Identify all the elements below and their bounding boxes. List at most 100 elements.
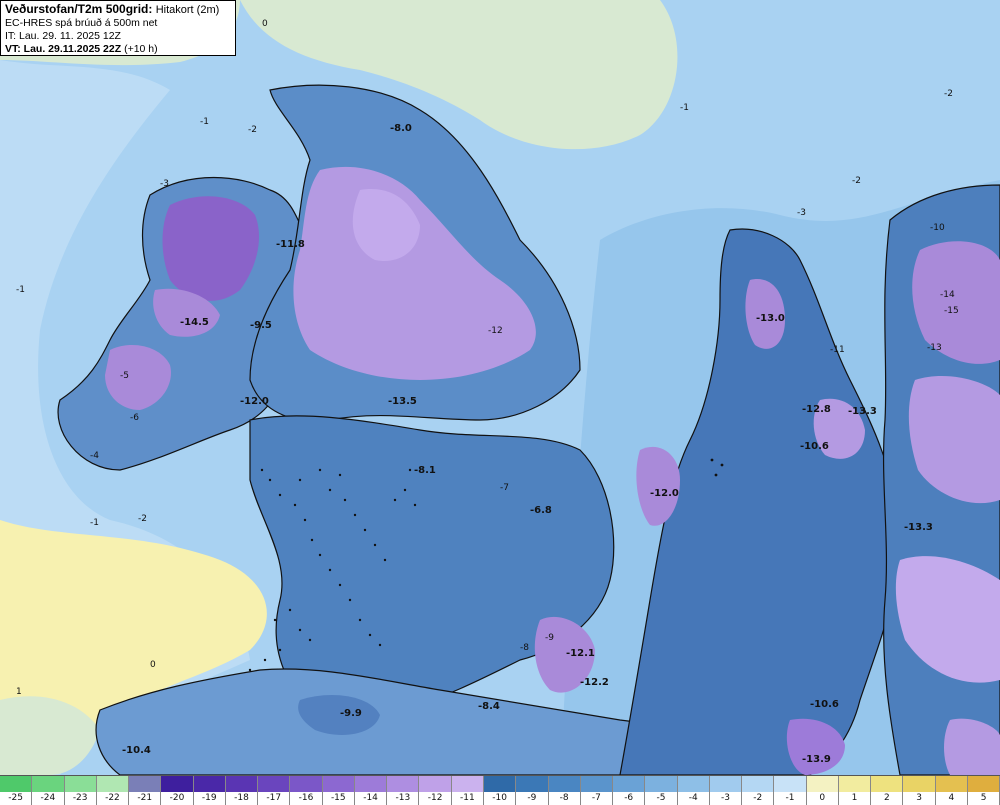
colorbar-swatch bbox=[838, 776, 871, 793]
colorbar-cell: -9 bbox=[516, 776, 549, 805]
colorbar-cell: -18 bbox=[225, 776, 259, 805]
extreme-label: -13.0 bbox=[756, 313, 785, 324]
contour-label: -12 bbox=[488, 326, 503, 336]
colorbar-cell: -1 bbox=[774, 776, 807, 805]
contour-label: -14 bbox=[940, 290, 955, 300]
extreme-label: -10.4 bbox=[122, 745, 151, 756]
colorbar-label: -12 bbox=[419, 792, 451, 804]
extreme-label: -8.1 bbox=[414, 465, 436, 476]
colorbar-cell: 5 bbox=[967, 776, 1000, 805]
colorbar-cell: -6 bbox=[613, 776, 646, 805]
contour-label: -3 bbox=[160, 179, 169, 189]
colorbar-label: 4 bbox=[935, 792, 967, 804]
colorbar-swatch bbox=[516, 776, 548, 793]
colorbar-swatch bbox=[96, 776, 129, 793]
map-title-main: Veðurstofan/T2m 500grid: bbox=[5, 2, 153, 16]
colorbar-label: -17 bbox=[258, 792, 290, 804]
colorbar-cell: -17 bbox=[258, 776, 291, 805]
contour-label: -1 bbox=[680, 103, 689, 113]
contour-label: -2 bbox=[852, 176, 861, 186]
colorbar-label: -14 bbox=[354, 792, 387, 804]
colorbar-swatch bbox=[613, 776, 645, 793]
contour-label: -13 bbox=[927, 343, 942, 353]
extreme-label: -12.0 bbox=[240, 396, 269, 407]
colorbar-cell: -8 bbox=[548, 776, 581, 805]
extreme-label: -12.2 bbox=[580, 677, 609, 688]
colorbar-cell: 2 bbox=[871, 776, 904, 805]
colorbar-cell: -19 bbox=[193, 776, 226, 805]
extreme-label: -13.3 bbox=[904, 522, 933, 533]
extreme-label: -8.0 bbox=[390, 123, 412, 134]
colorbar-label: -22 bbox=[96, 792, 129, 804]
colorbar-swatch bbox=[451, 776, 483, 793]
weather-map-frame: -8.0 -14.5 -9.5 -12.0 -13.5 -8.1 -6.8 -1… bbox=[0, 0, 1000, 805]
colorbar-swatch bbox=[677, 776, 709, 793]
colorbar-cell: 0 bbox=[806, 776, 839, 805]
colorbar-cell: -7 bbox=[580, 776, 614, 805]
extreme-label: -9.9 bbox=[340, 708, 362, 719]
contour-label: -9 bbox=[545, 633, 554, 643]
colorbar-cell: -16 bbox=[290, 776, 323, 805]
colorbar-cell: 4 bbox=[935, 776, 968, 805]
colorbar-cell: -5 bbox=[645, 776, 678, 805]
colorbar-swatch bbox=[290, 776, 322, 793]
colorbar-cell: -20 bbox=[161, 776, 194, 805]
colorbar-cell: -23 bbox=[64, 776, 97, 805]
info-box: Veðurstofan/T2m 500grid: Hitakort (2m) E… bbox=[0, 0, 236, 56]
extreme-label: -12.0 bbox=[650, 488, 679, 499]
colorbar-label: -11 bbox=[451, 792, 483, 804]
colorbar-swatch bbox=[935, 776, 967, 793]
colorbar-swatch bbox=[871, 776, 903, 793]
contour-label: -1 bbox=[90, 518, 99, 528]
colorbar-swatch bbox=[967, 776, 1000, 793]
contour-label: 0 bbox=[150, 660, 156, 670]
contour-label: -2 bbox=[248, 125, 257, 135]
colorbar-label: -6 bbox=[613, 792, 645, 804]
colorbar-cell: -11 bbox=[451, 776, 484, 805]
colorbar-swatch bbox=[258, 776, 290, 793]
colorbar-label: -16 bbox=[290, 792, 322, 804]
colorbar-swatch bbox=[32, 776, 64, 793]
contour-label: -10 bbox=[930, 223, 945, 233]
colorbar-swatch bbox=[161, 776, 193, 793]
colorbar-label: -13 bbox=[387, 792, 419, 804]
colorbar-swatch bbox=[903, 776, 935, 793]
colorbar-label: -2 bbox=[742, 792, 774, 804]
colorbar-label: -25 bbox=[0, 792, 32, 804]
contour-label: 1 bbox=[16, 687, 22, 697]
contour-label: 0 bbox=[262, 19, 268, 29]
colorbar-cell: -2 bbox=[742, 776, 775, 805]
colorbar-cell: -10 bbox=[483, 776, 517, 805]
contour-label: -8 bbox=[520, 643, 529, 653]
colorbar-swatch bbox=[64, 776, 96, 793]
extreme-label: -8.4 bbox=[478, 701, 500, 712]
colorbar-label: 3 bbox=[903, 792, 935, 804]
extreme-label: -9.5 bbox=[250, 320, 272, 331]
colorbar-label: -21 bbox=[129, 792, 161, 804]
colorbar-label: -5 bbox=[645, 792, 677, 804]
extreme-label: -10.6 bbox=[800, 441, 829, 452]
colorbar-swatch bbox=[483, 776, 516, 793]
colorbar-label: -24 bbox=[32, 792, 64, 804]
colorbar-label: -15 bbox=[322, 792, 354, 804]
colorbar-label: -19 bbox=[193, 792, 225, 804]
colorbar-swatch bbox=[774, 776, 806, 793]
colorbar-swatch bbox=[129, 776, 161, 793]
colorbar-cell: -21 bbox=[129, 776, 162, 805]
temperature-colorbar: -25 -24 -23 -22 -21 -20 -19 -18 -17 -16 -15 -14 -13-… bbox=[0, 775, 1000, 805]
colorbar-label: -18 bbox=[225, 792, 258, 804]
colorbar-cell: 1 bbox=[838, 776, 872, 805]
colorbar-label: 0 bbox=[806, 792, 838, 804]
extreme-label: -14.5 bbox=[180, 317, 209, 328]
contour-label: -11 bbox=[830, 345, 845, 355]
colorbar-cell: 3 bbox=[903, 776, 936, 805]
colorbar-label: 1 bbox=[838, 792, 871, 804]
colorbar-swatch bbox=[580, 776, 613, 793]
extreme-label: -13.9 bbox=[802, 754, 831, 765]
colorbar-cell: -15 bbox=[322, 776, 355, 805]
colorbar-label: -10 bbox=[483, 792, 516, 804]
colorbar-swatch bbox=[645, 776, 677, 793]
init-time: IT: Lau. 29. 11. 2025 12Z bbox=[5, 30, 121, 42]
model-line: EC-HRES spá brúuð á 500m net bbox=[5, 17, 158, 29]
map-title: Veðurstofan/T2m 500grid: Hitakort (2m) bbox=[5, 3, 231, 17]
